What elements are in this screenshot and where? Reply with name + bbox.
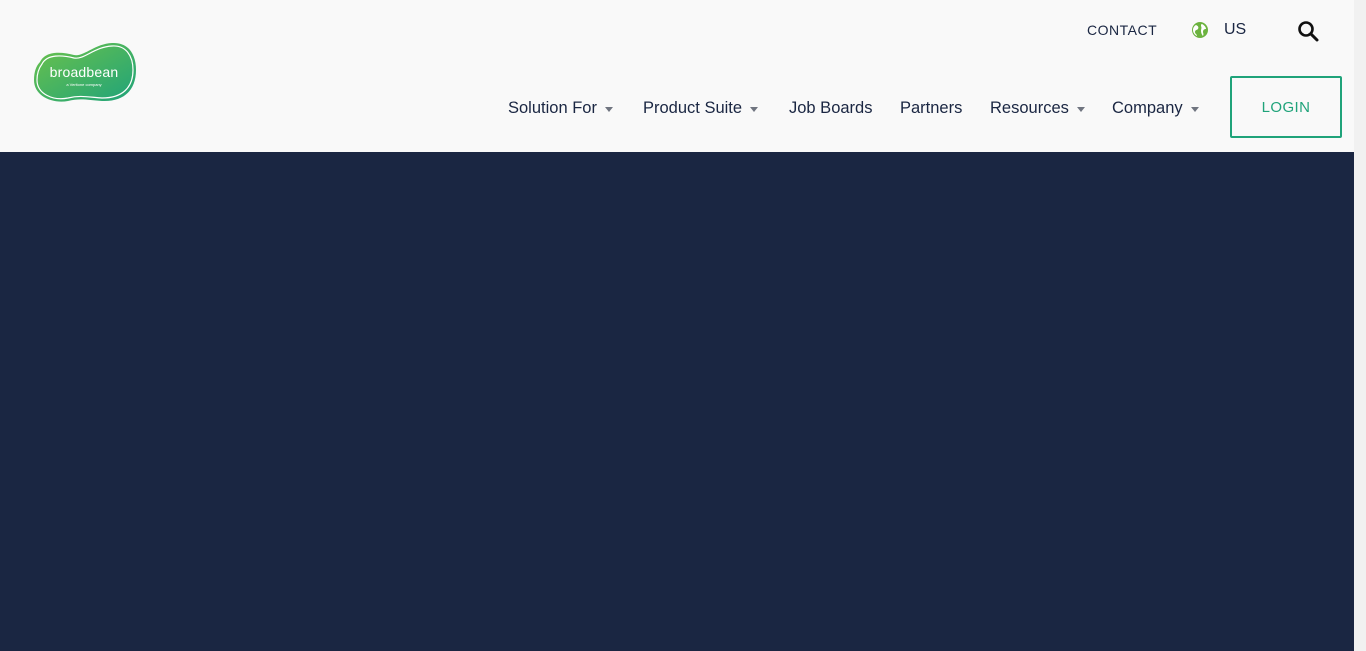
nav-label: Resources xyxy=(990,98,1069,117)
nav-label: Solution For xyxy=(508,98,597,117)
nav-label: Company xyxy=(1112,98,1183,117)
nav-label: Job Boards xyxy=(789,98,873,117)
globe-icon xyxy=(1191,21,1209,39)
caret-down-icon xyxy=(604,106,613,112)
nav-item-company[interactable]: Company xyxy=(1112,99,1222,118)
page: broadbean a Veritone company CONTACT US xyxy=(0,0,1354,651)
region-selector[interactable]: US xyxy=(1191,18,1246,42)
site-header: broadbean a Veritone company CONTACT US xyxy=(0,0,1354,152)
main-nav: Solution For Product Suite Job Boards Pa… xyxy=(508,96,1222,120)
nav-item-product-suite[interactable]: Product Suite xyxy=(643,99,789,118)
nav-item-partners[interactable]: Partners xyxy=(900,99,990,118)
hero-section xyxy=(0,152,1354,651)
region-label: US xyxy=(1224,21,1247,38)
caret-down-icon xyxy=(1190,106,1199,112)
logo-tagline: a Veritone company xyxy=(66,82,102,87)
page-scrollbar[interactable] xyxy=(1354,0,1366,651)
logo-wordmark: broadbean xyxy=(49,64,119,80)
contact-link[interactable]: CONTACT xyxy=(1087,18,1157,42)
nav-item-resources[interactable]: Resources xyxy=(990,99,1112,118)
search-icon[interactable] xyxy=(1296,19,1320,43)
nav-item-solution-for[interactable]: Solution For xyxy=(508,99,643,118)
nav-label: Product Suite xyxy=(643,98,743,117)
nav-label: Partners xyxy=(900,98,963,117)
caret-down-icon xyxy=(1076,106,1085,112)
broadbean-logo[interactable]: broadbean a Veritone company xyxy=(32,40,138,104)
caret-down-icon xyxy=(750,106,759,112)
nav-item-job-boards[interactable]: Job Boards xyxy=(789,99,900,118)
login-button[interactable]: LOGIN xyxy=(1230,76,1342,138)
